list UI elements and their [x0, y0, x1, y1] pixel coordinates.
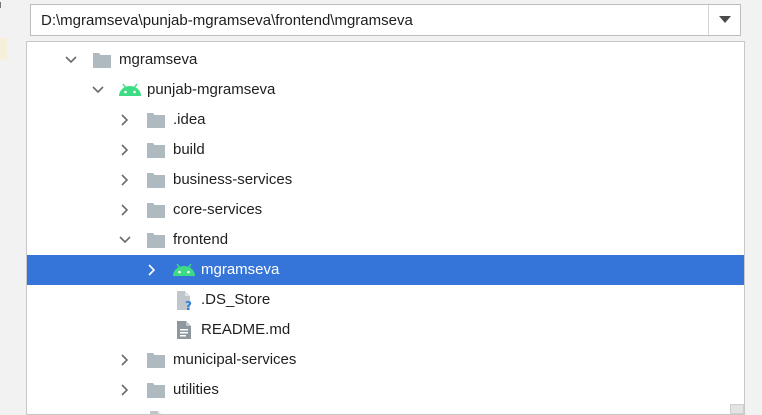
chevron-right-icon[interactable]	[145, 263, 159, 277]
tree-row-municipal-services[interactable]: municipal-services	[27, 345, 744, 375]
folder-icon	[147, 173, 165, 188]
text-file-icon	[177, 321, 191, 339]
vertical-scrollbar[interactable]	[730, 404, 744, 414]
chevron-right-icon[interactable]	[118, 113, 132, 127]
folder-icon	[147, 353, 165, 368]
folder-icon	[147, 143, 165, 158]
android-icon	[173, 263, 195, 276]
tree-row-label: frontend	[173, 231, 229, 248]
tree-row-frontend[interactable]: frontend	[27, 225, 744, 255]
left-panel-edge	[0, 0, 10, 415]
file-tree[interactable]: mgramseva punjab-mgramseva .idea build b…	[26, 41, 745, 415]
tree-row-label: utilities	[173, 381, 219, 398]
tree-row-ds-store[interactable]: ? .DS_Store	[27, 285, 744, 315]
left-panel-highlight	[0, 38, 7, 60]
tree-row-label: README.md	[201, 321, 291, 338]
tree-row-label: core-services	[173, 201, 263, 218]
tree-row-readme[interactable]: README.md	[27, 315, 744, 345]
path-combo-box[interactable]: D:\mgramseva\punjab-mgramseva\frontend\m…	[30, 4, 741, 36]
tree-row-business-services[interactable]: business-services	[27, 165, 744, 195]
chevron-down-icon[interactable]	[118, 233, 132, 247]
tree-row-mgramseva-selected[interactable]: mgramseva	[27, 255, 744, 285]
tree-row-label: .idea	[173, 111, 206, 128]
tree-row-punjab-mgramseva[interactable]: punjab-mgramseva	[27, 75, 744, 105]
folder-icon	[147, 383, 165, 398]
folder-icon	[147, 233, 165, 248]
tree-row-label: mgramseva	[201, 261, 280, 278]
chevron-right-icon[interactable]	[118, 203, 132, 217]
tree-row-label: .DS_Store	[173, 405, 242, 414]
chevron-right-icon[interactable]	[118, 383, 132, 397]
chevron-down-icon	[719, 16, 731, 23]
svg-text:?: ?	[185, 299, 192, 312]
tree-row-utilities[interactable]: utilities	[27, 375, 744, 405]
tree-row-idea[interactable]: .idea	[27, 105, 744, 135]
chevron-down-icon[interactable]	[64, 53, 78, 67]
chevron-right-icon[interactable]	[118, 353, 132, 367]
left-panel-tick	[0, 2, 7, 8]
chevron-right-icon[interactable]	[118, 143, 132, 157]
path-input[interactable]: D:\mgramseva\punjab-mgramseva\frontend\m…	[41, 5, 413, 36]
tree-row-ds-store-root[interactable]: .DS_Store	[27, 405, 744, 414]
unknown-file-icon: ?	[177, 291, 192, 312]
tree-row-mgramseva-root[interactable]: mgramseva	[27, 45, 744, 75]
chevron-down-icon[interactable]	[91, 83, 105, 97]
folder-icon	[147, 203, 165, 218]
folder-icon	[93, 53, 111, 68]
chevron-right-icon[interactable]	[118, 173, 132, 187]
tree-row-build[interactable]: build	[27, 135, 744, 165]
tree-row-core-services[interactable]: core-services	[27, 195, 744, 225]
android-icon	[119, 83, 141, 96]
unknown-file-icon	[150, 411, 161, 414]
folder-icon	[147, 113, 165, 128]
path-dropdown-button[interactable]	[708, 5, 740, 35]
tree-row-label: mgramseva	[119, 51, 198, 68]
tree-row-label: .DS_Store	[201, 291, 271, 308]
tree-row-label: municipal-services	[173, 351, 297, 368]
tree-row-label: build	[173, 141, 205, 158]
tree-row-label: punjab-mgramseva	[147, 81, 276, 98]
tree-row-label: business-services	[173, 171, 293, 188]
